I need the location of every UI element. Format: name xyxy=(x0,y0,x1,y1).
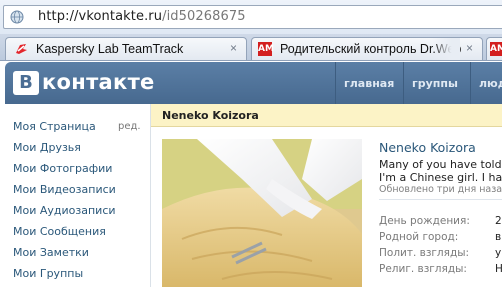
sidebar-item-audio[interactable]: Мои Аудиозаписи xyxy=(13,204,116,217)
birthday-label: День рождения: xyxy=(379,215,470,227)
nav-people[interactable]: люди xyxy=(470,62,502,104)
profile-photo-image xyxy=(162,139,362,287)
content-divider xyxy=(150,104,151,287)
sidebar: Моя Страница ред. Мои Друзья Мои Фотогра… xyxy=(0,104,150,287)
tab-drweb[interactable]: AM Родительский контроль Dr.Web × xyxy=(251,37,483,60)
url-path: /id50268675 xyxy=(162,9,246,24)
tab-kaspersky[interactable]: Kaspersky Lab TeamTrack × xyxy=(5,37,247,60)
am-icon: AM xyxy=(490,42,502,56)
address-bar: http://vkontakte.ru/id50268675 xyxy=(0,0,502,35)
birthday-value[interactable]: 2 xyxy=(495,215,502,227)
nav-groups[interactable]: группы xyxy=(403,62,466,104)
vk-logo-text[interactable]: контакте xyxy=(42,70,155,94)
sidebar-item-my-page[interactable]: Моя Страница xyxy=(13,120,96,133)
edit-link[interactable]: ред. xyxy=(118,121,141,132)
tab-partial[interactable]: AM xyxy=(486,37,502,60)
profile-name-bar: Neneko Koizora xyxy=(151,104,502,127)
nav-home[interactable]: главная xyxy=(335,62,402,104)
tab-strip: Kaspersky Lab TeamTrack × AM Родительски… xyxy=(0,34,502,61)
vk-logo-icon[interactable]: В xyxy=(13,71,39,95)
sidebar-item-notes[interactable]: Мои Заметки xyxy=(13,246,89,259)
sidebar-item-groups[interactable]: Мои Группы xyxy=(13,267,83,280)
url-text: http://vkontakte.ru/id50268675 xyxy=(38,9,246,24)
url-field[interactable]: http://vkontakte.ru/id50268675 xyxy=(3,5,502,29)
sidebar-item-photos[interactable]: Мои Фотографии xyxy=(13,162,112,175)
kaspersky-icon xyxy=(14,42,28,56)
tab-fade xyxy=(432,38,460,60)
globe-icon xyxy=(10,10,24,24)
sidebar-item-friends[interactable]: Мои Друзья xyxy=(13,141,81,154)
profile-status-line: Many of you have told me xyxy=(379,158,502,171)
sidebar-item-messages[interactable]: Мои Сообщения xyxy=(13,225,106,238)
tab-close-icon[interactable]: × xyxy=(466,41,473,55)
profile-header-name: Neneko Koizora xyxy=(162,109,259,122)
am-icon: AM xyxy=(258,42,274,56)
tab-close-icon[interactable]: × xyxy=(230,41,237,55)
political-label: Полит. взгляды: xyxy=(379,247,470,259)
hometown-label: Родной город: xyxy=(379,231,459,243)
political-value[interactable]: у xyxy=(495,247,501,259)
religion-label: Религ. взгляды: xyxy=(379,263,467,275)
tab-title: Kaspersky Lab TeamTrack xyxy=(36,42,184,56)
profile-photo[interactable] xyxy=(162,139,362,287)
profile-status-line: I'm a Chinese girl. I have xyxy=(379,171,502,184)
site-header: В контакте главная группы люди xyxy=(5,62,502,104)
religion-value[interactable]: Н xyxy=(495,263,502,275)
info-divider xyxy=(379,199,502,200)
sidebar-item-videos[interactable]: Мои Видеозаписи xyxy=(13,183,116,196)
hometown-value[interactable]: в xyxy=(495,231,501,243)
profile-name: Neneko Koizora xyxy=(379,140,476,155)
url-host: http://vkontakte.ru xyxy=(38,9,163,24)
status-updated: Обновлено три дня назад xyxy=(379,184,502,195)
